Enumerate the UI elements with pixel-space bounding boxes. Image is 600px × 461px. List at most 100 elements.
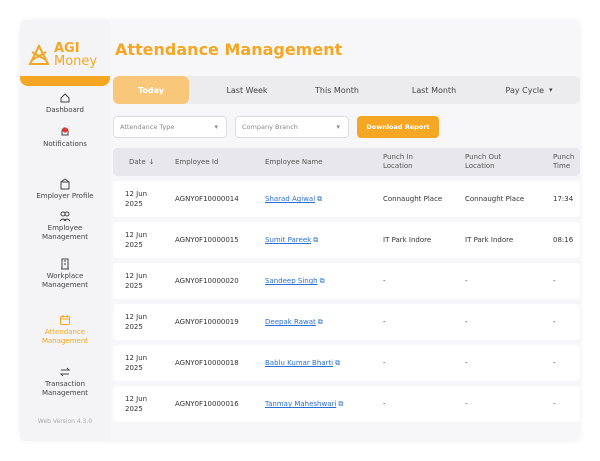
select-value: Company Branch [242, 123, 298, 131]
logo-text: AGI Money [54, 42, 97, 68]
arrow-down-icon: ↓ [148, 157, 155, 166]
cell-date: 12 Jun 2025 [125, 272, 148, 290]
cell-employee-name[interactable]: Sumit Pareek ⧉ [265, 222, 318, 258]
external-link-icon: ⧉ [338, 400, 344, 408]
column-header-punch-in-location: Punch In Location [383, 153, 413, 170]
sidebar-item-label: Employee Management [41, 224, 89, 241]
cell-punch-out-location: - [465, 400, 468, 408]
cell-employee-id: AGNY0F10000019 [175, 318, 239, 326]
cell-punch-in-location: - [383, 400, 386, 408]
tab-label: Today [138, 85, 164, 95]
cell-employee-name[interactable]: Tanmay Maheshwari ⧉ [265, 386, 343, 422]
cell-punch-in-location: - [383, 359, 386, 367]
building-icon [59, 178, 71, 190]
table-header: Date ↓ Employee Id Employee Name Punch I… [113, 148, 580, 176]
cell-date: 12 Jun 2025 [125, 231, 148, 249]
tab-this-month[interactable]: This Month [295, 76, 379, 104]
cell-punch-in-location: - [383, 318, 386, 326]
employee-name-link[interactable]: Sandeep Singh [265, 276, 318, 286]
tab-today[interactable]: Today [113, 76, 189, 104]
logo-mark-icon [28, 44, 50, 66]
sidebar-item-employee-management[interactable]: Employee Management [20, 210, 110, 242]
table-row: 12 Jun 2025 AGNY0F10000014 Sharad Agiwal… [113, 181, 580, 217]
sidebar-item-notifications[interactable]: Notifications [20, 126, 110, 149]
employee-name-link[interactable]: Sharad Agiwal [265, 194, 315, 204]
external-link-icon: ⧉ [319, 277, 325, 285]
cell-employee-name[interactable]: Deepak Rawat ⧉ [265, 304, 323, 340]
home-icon [59, 92, 71, 104]
chevron-down-icon: ▾ [549, 86, 553, 94]
column-header-employee-name: Employee Name [265, 157, 323, 166]
sidebar-item-label: Notifications [43, 140, 87, 148]
cell-punch-in-location: IT Park Indore [383, 236, 432, 244]
cell-punch-out-location: Connaught Place [465, 195, 525, 203]
sidebar: AGI Money Dashboard Notifications Employ… [20, 20, 110, 441]
sidebar-item-label: Transaction Management [41, 380, 89, 397]
bell-icon [59, 126, 71, 138]
sidebar-item-dashboard[interactable]: Dashboard [20, 92, 110, 115]
version-label: Web Version 4.3.0 [37, 418, 93, 425]
sidebar-item-label: Employer Profile [36, 192, 94, 200]
app-window: AGI Money Dashboard Notifications Employ… [20, 20, 580, 441]
cell-employee-id: AGNY0F10000015 [175, 236, 239, 244]
cell-employee-id: AGNY0F10000020 [175, 277, 239, 285]
cell-punch-out-location: - [465, 277, 468, 285]
tab-pay-cycle[interactable]: Pay Cycle ▾ [489, 76, 569, 104]
sidebar-item-transaction-management[interactable]: Transaction Management [20, 366, 110, 398]
sidebar-item-attendance-management[interactable]: Attendance Management [20, 314, 110, 346]
cell-punch-out-location: - [465, 359, 468, 367]
cell-date: 12 Jun 2025 [125, 395, 148, 413]
cell-employee-id: AGNY0F10000016 [175, 400, 239, 408]
tab-label: This Month [315, 85, 359, 95]
tab-label: Last Week [226, 85, 268, 95]
cell-punch-in-location: Connaught Place [383, 195, 443, 203]
attendance-type-select[interactable]: Attendance Type ▾ [113, 116, 227, 138]
cell-employee-id: AGNY0F10000018 [175, 359, 239, 367]
external-link-icon: ⧉ [317, 318, 323, 326]
cell-punch-time: - [553, 318, 556, 326]
sidebar-item-employer-profile[interactable]: Employer Profile [20, 178, 110, 201]
employee-name-link[interactable]: Tanmay Maheshwari [265, 399, 336, 409]
swap-icon [59, 366, 71, 378]
calendar-icon [59, 314, 71, 326]
attendance-table: Date ↓ Employee Id Employee Name Punch I… [113, 148, 580, 422]
tab-label: Pay Cycle [505, 85, 544, 95]
column-header-employee-id: Employee Id [175, 157, 219, 166]
company-branch-select[interactable]: Company Branch ▾ [235, 116, 349, 138]
table-row: 12 Jun 2025 AGNY0F10000015 Sumit Pareek ⧉… [113, 222, 580, 258]
cell-punch-in-location: - [383, 277, 386, 285]
cell-punch-out-location: IT Park Indore [465, 236, 514, 244]
table-row: 12 Jun 2025 AGNY0F10000016 Tanmay Mahesh… [113, 386, 580, 422]
sidebar-item-label: Workplace Management [41, 272, 89, 289]
cell-date: 12 Jun 2025 [125, 313, 148, 331]
employee-name-link[interactable]: Sumit Pareek [265, 235, 311, 245]
external-link-icon: ⧉ [313, 236, 319, 244]
page-title: Attendance Management [115, 40, 343, 59]
cell-employee-name[interactable]: Sandeep Singh ⧉ [265, 263, 325, 299]
download-report-button[interactable]: Download Report [357, 116, 439, 138]
tab-label: Last Month [411, 85, 457, 95]
tab-last-month[interactable]: Last Month [393, 76, 475, 104]
cell-date: 12 Jun 2025 [125, 354, 148, 372]
table-row: 12 Jun 2025 AGNY0F10000020 Sandeep Singh… [113, 263, 580, 299]
column-header-punch-time: Punch Time [553, 153, 575, 170]
chevron-down-icon: ▾ [336, 123, 340, 131]
employee-name-link[interactable]: Deepak Rawat [265, 317, 316, 327]
cell-employee-name[interactable]: Bablu Kumar Bharti ⧉ [265, 345, 340, 381]
tab-last-week[interactable]: Last Week [209, 76, 285, 104]
button-label: Download Report [366, 123, 430, 131]
external-link-icon: ⧉ [317, 195, 323, 203]
office-icon [59, 258, 71, 270]
table-row: 12 Jun 2025 AGNY0F10000019 Deepak Rawat ⧉… [113, 304, 580, 340]
employee-name-link[interactable]: Bablu Kumar Bharti [265, 358, 333, 368]
column-header-date[interactable]: Date ↓ [129, 148, 155, 176]
chevron-down-icon: ▾ [214, 123, 218, 131]
date-range-tabs: Today Last Week This Month Last Month Pa… [113, 76, 580, 104]
table-row: 12 Jun 2025 AGNY0F10000018 Bablu Kumar B… [113, 345, 580, 381]
cell-employee-name[interactable]: Sharad Agiwal ⧉ [265, 181, 322, 217]
logo-bar [20, 76, 110, 86]
logo: AGI Money [28, 38, 110, 72]
column-header-punch-out-location: Punch Out Location [465, 153, 502, 170]
sidebar-item-workplace-management[interactable]: Workplace Management [20, 258, 110, 290]
cell-punch-time: - [553, 400, 556, 408]
